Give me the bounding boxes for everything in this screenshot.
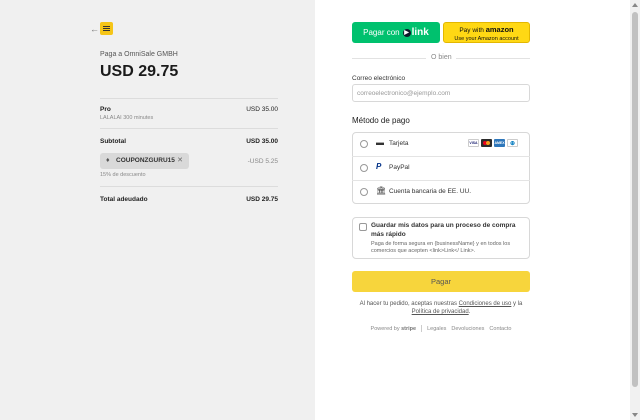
link-brand-text: link	[411, 27, 429, 38]
amazon-logo: amazon	[485, 25, 514, 34]
back-arrow-icon[interactable]: ←	[90, 24, 99, 34]
subtotal-value: USD 35.00	[246, 138, 278, 145]
scroll-up-icon[interactable]	[632, 3, 638, 7]
terms-middle: y la	[513, 301, 523, 307]
pay-to-label: Paga a OmniSale GMBH	[100, 51, 178, 58]
divider	[100, 186, 278, 187]
card-brands: VISA AMEX ⊕	[468, 139, 518, 147]
radio-paypal[interactable]	[360, 164, 368, 172]
payment-option-paypal[interactable]: P PayPal	[352, 156, 530, 180]
payment-option-card[interactable]: ▬ Tarjeta VISA AMEX ⊕	[352, 132, 530, 156]
footer-link-legal[interactable]: Legales	[427, 326, 446, 332]
save-info-description: Paga de forma segura en {businessName} y…	[371, 241, 511, 255]
amazon-prefix: Pay with	[459, 27, 484, 34]
item-description: LALALAI 300 minutes	[100, 115, 154, 121]
mastercard-icon	[481, 139, 492, 147]
scroll-thumb[interactable]	[632, 12, 638, 387]
item-name: Pro	[100, 106, 111, 113]
powered-by-text[interactable]: Powered by stripe	[371, 326, 417, 332]
powered-by-label: Powered by	[370, 325, 400, 332]
payment-method-title: Método de pago	[352, 116, 410, 125]
credit-card-icon: ▬	[376, 138, 384, 147]
save-info-title[interactable]: Guardar mis datos para un proceso de com…	[371, 222, 526, 240]
save-info-checkbox[interactable]	[359, 223, 367, 231]
footer-link-returns[interactable]: Devoluciones	[451, 326, 484, 332]
link-button-label: Pagar con	[363, 28, 400, 37]
terms-suffix: .	[468, 309, 471, 316]
link-arrow-icon: ▶	[402, 28, 411, 37]
or-divider-left	[352, 58, 426, 59]
divider	[421, 325, 423, 332]
scroll-down-icon[interactable]	[632, 413, 638, 417]
pay-button[interactable]: Pagar	[352, 271, 530, 292]
divider	[100, 128, 278, 129]
remove-coupon-icon[interactable]: ✕	[177, 156, 183, 164]
coupon-discount: -USD 5.25	[247, 158, 278, 165]
payment-option-label: Tarjeta	[389, 140, 409, 147]
scrollbar[interactable]	[630, 0, 640, 420]
checkout-form-panel	[315, 0, 630, 420]
link-brand: ▶ link	[402, 27, 429, 38]
privacy-policy-link[interactable]: Política de privacidad	[412, 309, 469, 315]
coupon-note: 15% de descuento	[100, 172, 146, 178]
order-summary-panel: ← Paga a OmniSale GMBH USD 29.75 Pro LAL…	[0, 0, 315, 420]
bank-icon: 🏛	[376, 186, 387, 195]
total-amount: USD 29.75	[100, 63, 179, 80]
coupon-code: COUPONZGURU15	[116, 157, 175, 164]
amazon-line1: Pay with amazon	[444, 26, 529, 35]
radio-card[interactable]	[360, 140, 368, 148]
amex-icon: AMEX	[494, 139, 505, 147]
email-input[interactable]	[352, 84, 530, 102]
coupon-chip: ♦ COUPONZGURU15 ✕	[100, 153, 189, 169]
terms-prefix: Al hacer tu pedido, aceptas nuestras	[359, 301, 457, 307]
visa-icon: VISA	[468, 139, 479, 147]
diners-icon: ⊕	[507, 139, 518, 147]
stripe-logo: stripe	[401, 325, 417, 332]
terms-of-use-link[interactable]: Condiciones de uso	[459, 301, 512, 307]
or-divider-right	[456, 58, 530, 59]
footer: Powered by stripe Legales Devoluciones C…	[352, 325, 530, 332]
save-info-box: Guardar mis datos para un proceso de com…	[352, 217, 530, 259]
amazon-line2: Use your Amazon account	[454, 35, 519, 42]
merchant-logo	[100, 22, 113, 35]
payment-option-bank[interactable]: 🏛 Cuenta bancaria de EE. UU.	[352, 180, 530, 204]
divider	[100, 98, 278, 99]
radio-bank[interactable]	[360, 188, 368, 196]
paypal-icon: P	[376, 162, 382, 171]
payment-option-label: PayPal	[389, 164, 410, 171]
pay-with-link-button[interactable]: Pagar con ▶ link	[352, 22, 440, 43]
payment-option-label: Cuenta bancaria de EE. UU.	[389, 188, 472, 195]
terms-text: Al hacer tu pedido, aceptas nuestras Con…	[352, 300, 530, 317]
pay-with-amazon-button[interactable]: Pay with amazon Use your Amazon account	[443, 22, 530, 43]
email-label: Correo electrónico	[352, 75, 406, 82]
total-due-label: Total adeudado	[100, 196, 148, 203]
item-price: USD 35.00	[246, 106, 278, 113]
or-text: O bien	[431, 54, 452, 61]
total-due-value: USD 29.75	[246, 196, 278, 203]
footer-link-contact[interactable]: Contacto	[489, 326, 511, 332]
subtotal-label: Subtotal	[100, 138, 126, 145]
tag-icon: ♦	[106, 157, 110, 164]
